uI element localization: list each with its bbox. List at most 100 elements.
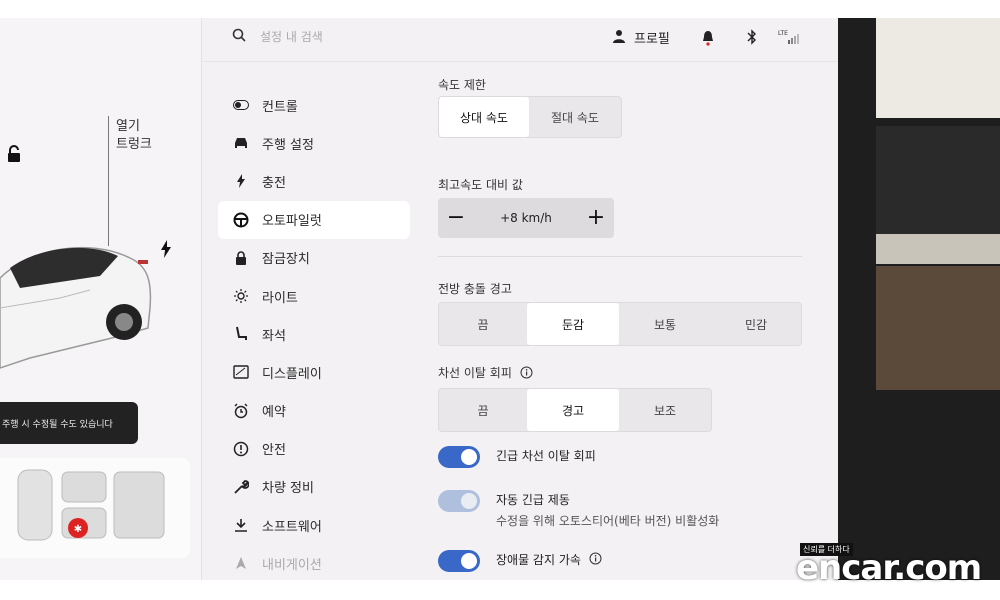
speed-offset-value: +8 km/h (500, 211, 552, 225)
sidebar-item-seats[interactable]: 좌석 (218, 315, 410, 353)
speed-limit-relative-option[interactable]: 상대 속도 (439, 97, 529, 137)
sidebar-item-locks[interactable]: 잠금장치 (218, 239, 410, 277)
sidebar-item-label: 오토파일럿 (262, 214, 322, 230)
bell-icon[interactable] (702, 30, 714, 50)
search-input[interactable]: 설정 내 검색 (260, 28, 323, 45)
fcw-medium-option[interactable]: 보통 (619, 303, 711, 345)
speed-limit-segmented: 상대 속도 절대 속도 (438, 96, 622, 138)
trunk-open-button[interactable]: 열기 트렁크 (116, 118, 152, 154)
obstacle-accel-label: 장애물 감지 가속 (496, 553, 581, 567)
sidebar-item-driving[interactable]: 주행 설정 (218, 124, 410, 162)
max-speed-offset-label: 최고속도 대비 값 (438, 178, 523, 192)
sidebar-item-lights[interactable]: 라이트 (218, 277, 410, 315)
fcw-off-option[interactable]: 끔 (439, 303, 527, 345)
toggle-knob (461, 493, 477, 509)
obstacle-accel-label-row: 장애물 감지 가속 (496, 550, 602, 571)
sidebar-item-software[interactable]: 소프트웨어 (218, 506, 410, 544)
forward-collision-label: 전방 충돌 경고 (438, 282, 512, 296)
sun-icon (232, 287, 250, 305)
search-icon[interactable] (232, 27, 246, 46)
sidebar-item-charging[interactable]: 충전 (218, 162, 410, 200)
auto-braking-toggle[interactable] (438, 490, 480, 512)
sidebar-item-label: 안전 (262, 443, 286, 459)
car-panel: 열기 트렁크 주행 시 수정될 수도 있습니다 ✱ (0, 18, 202, 580)
obstacle-accel-toggle[interactable] (438, 550, 480, 572)
section-divider (438, 256, 802, 257)
alarm-icon (232, 402, 250, 420)
interior-dark-panel (876, 126, 1000, 236)
lock-icon (232, 249, 250, 267)
speed-limit-absolute-option[interactable]: 절대 속도 (529, 97, 621, 137)
emergency-lane-toggle[interactable] (438, 446, 480, 468)
lane-departure-label-row: 차선 이탈 회피 (438, 364, 533, 382)
ldw-assist-option[interactable]: 보조 (619, 389, 711, 431)
auto-braking-row: 자동 긴급 제동 수정을 위해 오토스티어(베타 버전) 비활성화 (438, 490, 719, 532)
svg-text:✱: ✱ (74, 524, 82, 535)
open-label: 열기 (116, 119, 140, 134)
speed-offset-stepper: − +8 km/h + (438, 198, 614, 238)
decrease-button[interactable]: − (446, 207, 466, 229)
profile-button[interactable]: 프로필 (634, 28, 670, 47)
sidebar-item-label: 소프트웨어 (262, 519, 322, 535)
unlock-icon[interactable] (6, 144, 24, 168)
lane-departure-segmented: 끔 경고 보조 (438, 388, 712, 432)
sidebar-item-label: 내비게이션 (262, 557, 322, 573)
emergency-lane-row: 긴급 차선 이탈 회피 (438, 446, 596, 468)
tesla-screen: 열기 트렁크 주행 시 수정될 수도 있습니다 ✱ 설정 내 검색 프로필 LT… (0, 18, 838, 580)
sidebar-item-label: 예약 (262, 405, 286, 421)
sidebar-item-label: 좌석 (262, 328, 286, 344)
sidebar-item-label: 디스플레이 (262, 366, 322, 382)
bluetooth-icon[interactable] (747, 29, 757, 49)
sidebar-item-label: 주행 설정 (262, 137, 314, 153)
sidebar-item-display[interactable]: 디스플레이 (218, 353, 410, 391)
seat-icon (232, 325, 250, 343)
profile-icon[interactable] (612, 28, 626, 47)
download-icon (232, 516, 250, 534)
seat-map-card[interactable]: ✱ (0, 458, 190, 558)
auto-braking-subtext: 수정을 위해 오토스티어(베타 버전) 비활성화 (496, 514, 720, 528)
car-icon (232, 134, 250, 152)
ldw-off-option[interactable]: 끔 (439, 389, 527, 431)
svg-text:LTE: LTE (778, 30, 788, 37)
fcw-late-option[interactable]: 둔감 (527, 303, 619, 345)
interior-silver-trim (876, 234, 1000, 264)
steering-wheel-icon (232, 211, 250, 229)
obstacle-accel-row: 장애물 감지 가속 (438, 550, 602, 572)
navigation-icon (232, 554, 250, 572)
bolt-icon (232, 172, 250, 190)
sidebar-item-schedule[interactable]: 예약 (218, 392, 410, 430)
car-image (0, 218, 160, 392)
interior-light-panel (876, 18, 1000, 118)
sidebar-item-label: 충전 (262, 175, 286, 191)
sidebar-item-controls[interactable]: 컨트롤 (218, 86, 410, 124)
sidebar-item-label: 차량 정비 (262, 481, 314, 497)
fcw-early-option[interactable]: 민감 (711, 303, 801, 345)
wrench-icon (232, 478, 250, 496)
speed-limit-label: 속도 제한 (438, 78, 486, 92)
settings-sidebar: 컨트롤 주행 설정 충전 오토파일럿 잠금장치 라이트 좌석 디스플레이 예약 … (218, 86, 410, 580)
emergency-lane-label: 긴급 차선 이탈 회피 (496, 449, 596, 463)
interior-wood-trim (876, 266, 1000, 390)
auto-braking-label: 자동 긴급 제동 (496, 493, 570, 507)
alert-circle-icon (232, 440, 250, 458)
toggle-knob (461, 449, 477, 465)
watermark-logo: encar.com (796, 548, 982, 588)
sidebar-item-label: 컨트롤 (262, 99, 298, 115)
display-icon (232, 363, 250, 381)
sidebar-item-navigation[interactable]: 내비게이션 (218, 544, 410, 580)
sidebar-item-service[interactable]: 차량 정비 (218, 468, 410, 506)
sidebar-item-label: 라이트 (262, 290, 298, 306)
sidebar-item-label: 잠금장치 (262, 252, 310, 268)
forward-collision-segmented: 끔 둔감 보통 민감 (438, 302, 802, 346)
top-bar: 설정 내 검색 프로필 LTE (202, 18, 838, 62)
ldw-warning-option[interactable]: 경고 (527, 389, 619, 431)
info-icon[interactable] (520, 366, 533, 382)
sidebar-item-autopilot[interactable]: 오토파일럿 (218, 200, 410, 239)
toggle-icon (232, 96, 250, 114)
toggle-knob (461, 553, 477, 569)
info-icon[interactable] (589, 551, 602, 571)
lte-signal-icon: LTE (778, 29, 800, 49)
increase-button[interactable]: + (586, 207, 606, 229)
sidebar-item-safety[interactable]: 안전 (218, 430, 410, 468)
charge-port-icon[interactable] (160, 240, 172, 262)
